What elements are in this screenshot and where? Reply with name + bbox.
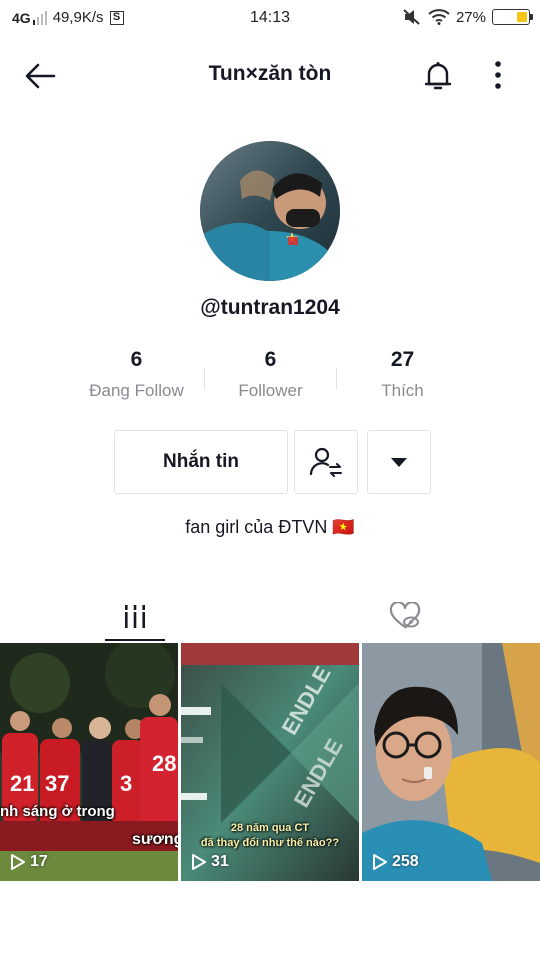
active-tab-indicator	[105, 639, 165, 641]
video-caption: 28 năm qua CT	[230, 822, 310, 834]
wifi-icon	[428, 9, 450, 25]
vertical-dots-icon	[495, 61, 501, 89]
profile-header: Tun×zăn tòn	[0, 50, 540, 100]
grid-videos-icon	[125, 605, 145, 628]
video-caption: đã thay đổi như thế nào??	[200, 837, 340, 849]
more-options-button[interactable]	[486, 58, 510, 94]
liked-hidden-icon	[389, 602, 421, 629]
profile-stats: 6 Đang Follow 6 Follower 27 Thích	[70, 348, 470, 412]
stat-value: 27	[390, 348, 415, 371]
battery-percent: 27%	[455, 8, 486, 26]
notification-button[interactable]	[420, 58, 456, 94]
play-icon	[373, 854, 387, 870]
play-icon	[192, 854, 206, 870]
view-count-value: 17	[30, 853, 48, 870]
stat-label: Đang Follow	[89, 381, 184, 400]
stat-likes[interactable]: 27 Thích	[336, 348, 469, 401]
stat-followers[interactable]: 6 Follower	[204, 348, 337, 401]
triangle-down-icon	[391, 458, 407, 467]
svg-text:28: 28	[152, 751, 176, 776]
view-count-value: 31	[211, 853, 229, 870]
avatar-photo	[200, 141, 340, 281]
view-count: 258	[372, 853, 419, 871]
play-icon	[11, 854, 25, 870]
person-swap-icon	[309, 447, 342, 477]
profile-tabs	[0, 590, 540, 642]
battery-fill	[517, 12, 527, 22]
page-title: Tun×zăn tòn	[208, 62, 332, 85]
mute-icon	[403, 9, 420, 25]
svg-text:3: 3	[120, 771, 132, 796]
stat-value: 6	[264, 348, 277, 371]
stat-label: Follower	[238, 381, 303, 400]
stat-value: 6	[130, 348, 143, 371]
video-grid: 21 37 3 28 nh sáng ở trong sương 17	[0, 643, 540, 881]
view-count: 17	[10, 853, 48, 871]
video-caption: sương	[132, 831, 178, 848]
tab-liked[interactable]	[270, 590, 540, 642]
tab-videos[interactable]	[0, 590, 270, 642]
battery-icon	[492, 9, 533, 25]
stat-following[interactable]: 6 Đang Follow	[70, 348, 203, 401]
video-caption: nh sáng ở trong	[0, 803, 115, 820]
follow-toggle-button[interactable]	[294, 430, 358, 494]
stat-label: Thích	[381, 381, 424, 400]
video-thumbnail[interactable]: 21 37 3 28 nh sáng ở trong sương 17	[0, 643, 178, 881]
view-count-value: 258	[392, 853, 419, 870]
svg-text:37: 37	[45, 771, 69, 796]
suggestions-dropdown-button[interactable]	[367, 430, 431, 494]
status-bar: 4G 49,9K/s S 14:13 27%	[0, 0, 540, 36]
thumbnail-image	[362, 643, 540, 881]
video-thumbnail[interactable]: 258	[362, 643, 540, 881]
avatar[interactable]	[200, 141, 340, 281]
view-count: 31	[191, 853, 229, 871]
status-right: 27%	[402, 8, 533, 26]
message-button[interactable]: Nhắn tin	[114, 430, 288, 494]
svg-text:21: 21	[10, 771, 34, 796]
bell-icon	[424, 62, 452, 90]
profile-bio: fan girl của ĐTVN 🇻🇳	[185, 517, 355, 537]
video-thumbnail[interactable]: ENDLE ENDLE 28 năm qua CT đã thay đổi nh…	[181, 643, 359, 881]
username: @tuntran1204	[200, 296, 340, 319]
